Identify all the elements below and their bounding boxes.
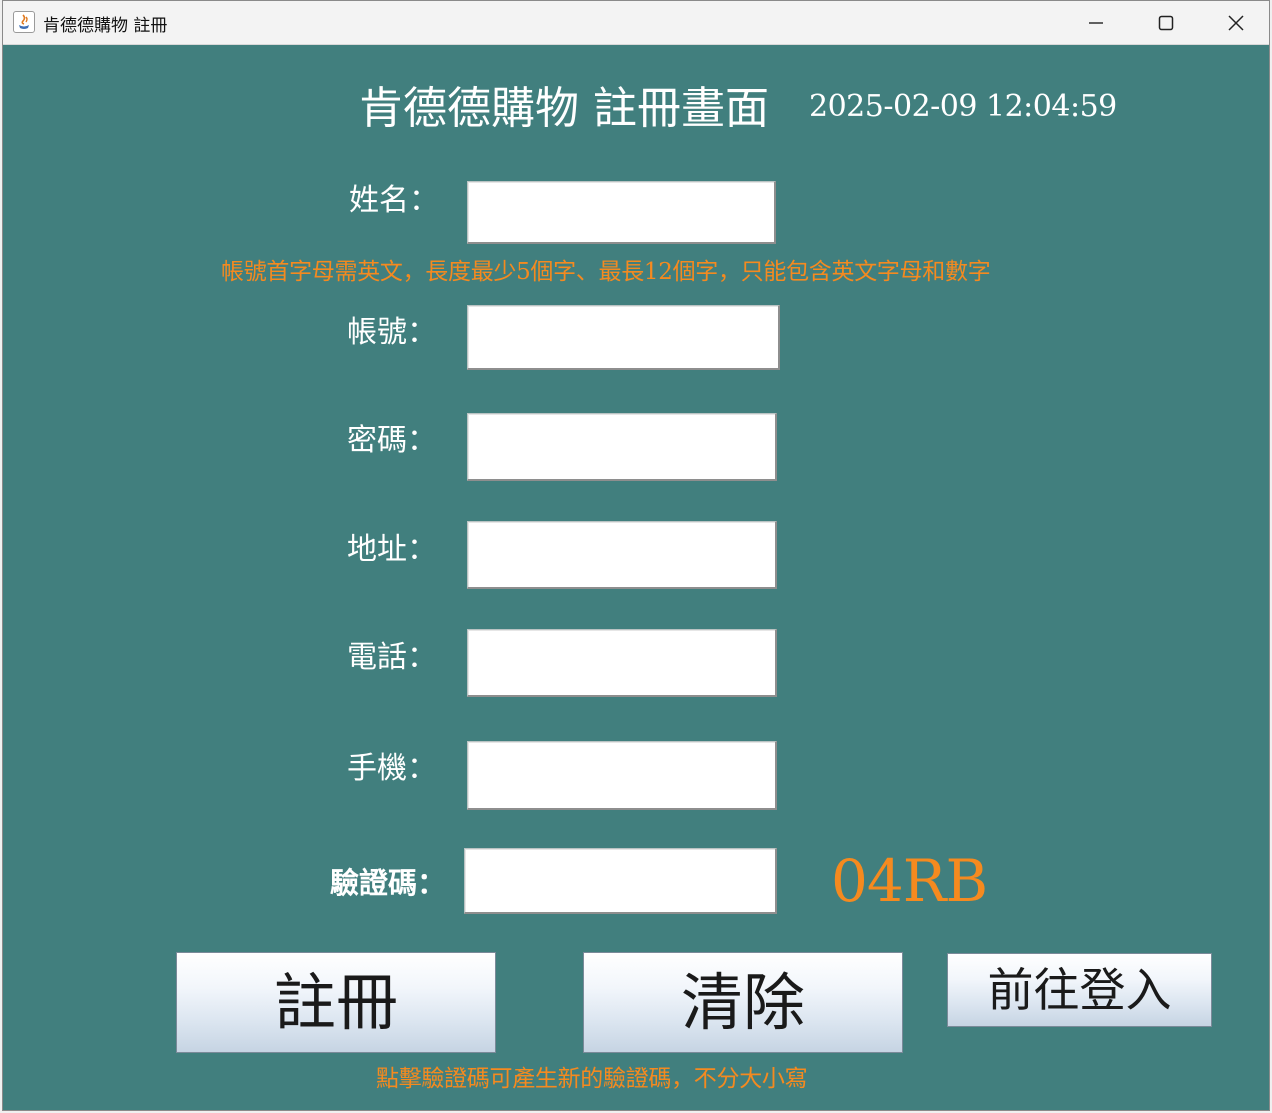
minimize-icon: [1089, 22, 1103, 24]
title-bar[interactable]: 肯德德購物 註冊: [3, 1, 1269, 45]
mobile-input[interactable]: [467, 741, 777, 810]
maximize-button[interactable]: [1131, 1, 1201, 45]
java-app-icon: [13, 11, 35, 33]
close-button[interactable]: [1201, 1, 1269, 45]
name-label: 姓名：: [349, 183, 439, 218]
account-label: 帳號：: [347, 315, 437, 350]
minimize-button[interactable]: [1061, 1, 1131, 45]
address-label: 地址：: [347, 532, 437, 567]
password-input[interactable]: [467, 413, 777, 481]
captcha-code[interactable]: 04RB: [831, 849, 988, 913]
current-datetime: 2025-02-09 12:04:59: [809, 89, 1117, 124]
captcha-label: 驗證碼：: [330, 866, 447, 900]
app-window: 肯德德購物 註冊 肯德德購物 註冊畫面 2025-02-09 12:04:59 …: [2, 0, 1270, 1111]
captcha-refresh-hint: 點擊驗證碼可產生新的驗證碼，不分大小寫: [376, 1066, 808, 1092]
phone-label: 電話：: [347, 640, 437, 675]
password-label: 密碼：: [347, 423, 437, 458]
account-rule-hint: 帳號首字母需英文，長度最少5個字、最長12個字，只能包含英文字母和數字: [221, 259, 991, 285]
captcha-input[interactable]: [464, 848, 777, 914]
account-input[interactable]: [467, 305, 780, 370]
page-title: 肯德德購物 註冊畫面: [359, 83, 769, 134]
maximize-icon: [1158, 15, 1174, 31]
close-icon: [1228, 15, 1244, 31]
register-button[interactable]: 註冊: [176, 952, 496, 1053]
go-login-button[interactable]: 前往登入: [947, 953, 1212, 1027]
address-input[interactable]: [467, 521, 777, 589]
clear-button[interactable]: 清除: [583, 952, 903, 1053]
name-input[interactable]: [467, 181, 776, 244]
phone-input[interactable]: [467, 629, 777, 697]
mobile-label: 手機：: [347, 751, 437, 786]
window-title: 肯德德購物 註冊: [43, 16, 168, 36]
